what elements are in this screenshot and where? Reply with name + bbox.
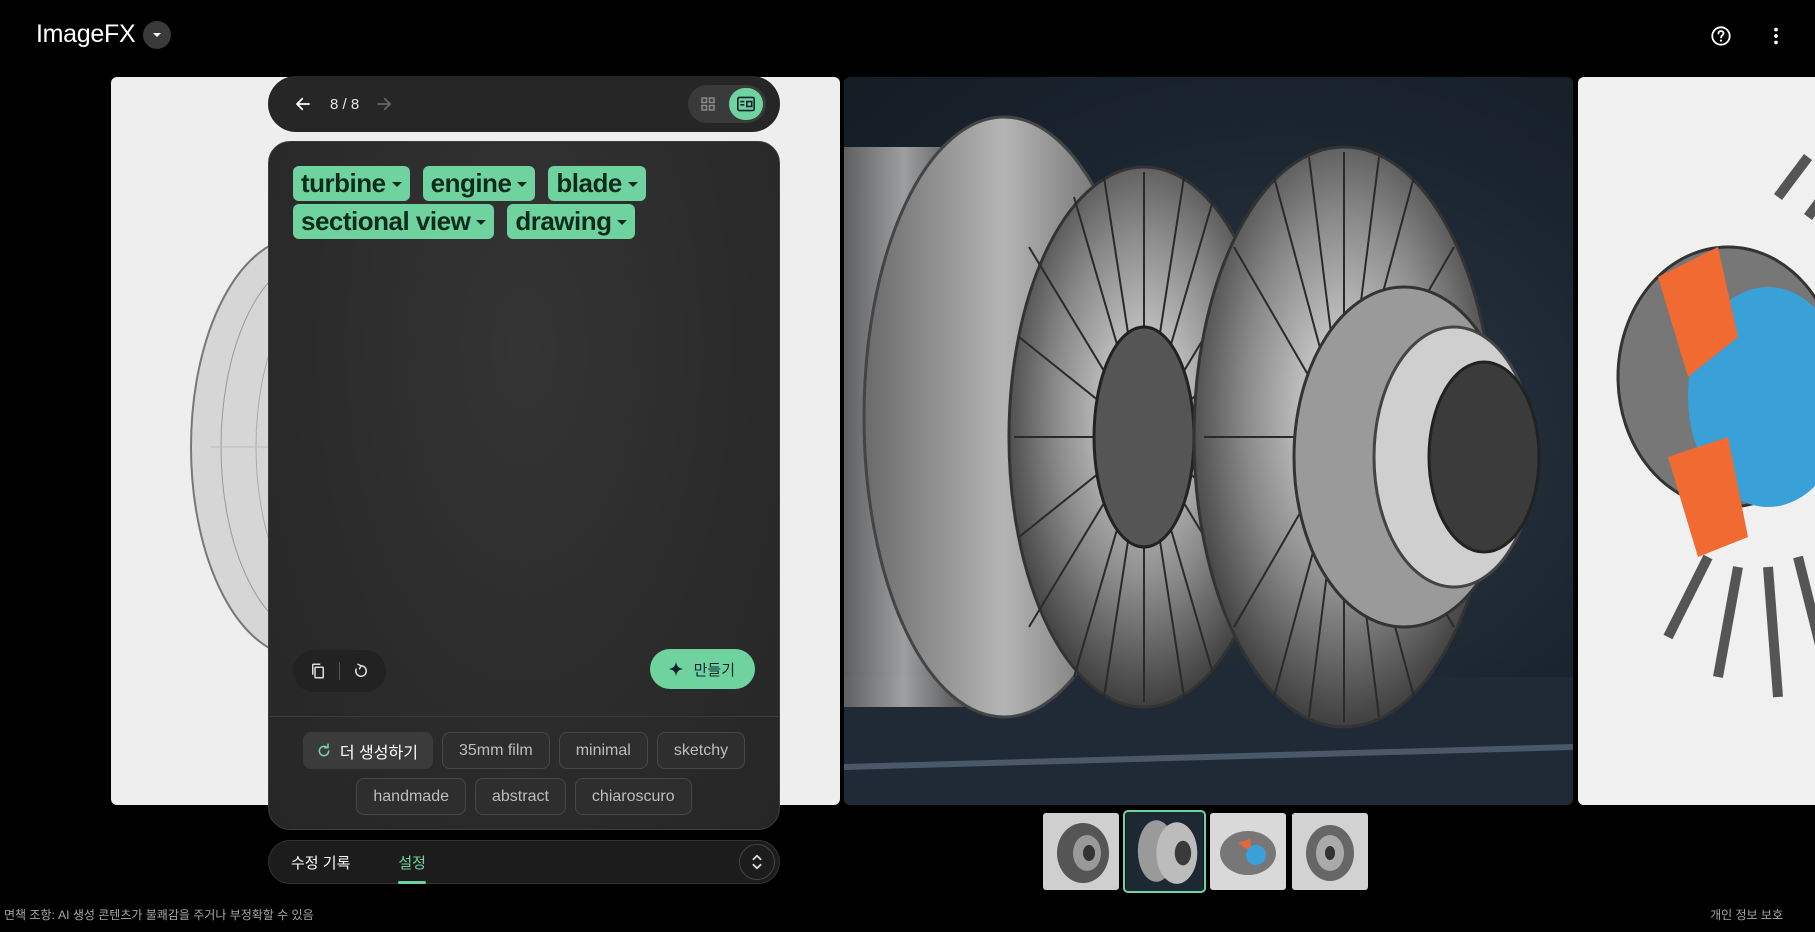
detail-view-icon [737, 96, 755, 112]
grid-view-icon [701, 97, 715, 111]
tab-settings[interactable]: 설정 [398, 840, 426, 884]
generated-image-next[interactable] [1578, 77, 1815, 805]
privacy-link[interactable]: 개인 정보 보호 [1710, 906, 1783, 923]
chevron-down-icon [617, 220, 628, 225]
page-indicator: 8 / 8 [330, 95, 360, 113]
copy-prompt-button[interactable] [301, 654, 335, 688]
arrow-forward-icon [377, 97, 392, 111]
prompt-chip-drawing[interactable]: drawing [507, 204, 636, 239]
prompt-chip-sectional-view[interactable]: sectional view [293, 204, 495, 239]
panel-divider [269, 716, 779, 717]
expand-panel-button[interactable] [739, 844, 775, 880]
suggestion-chip[interactable]: sketchy [656, 732, 746, 769]
help-button[interactable] [1706, 21, 1736, 51]
turbine-engine-image [844, 115, 1573, 805]
prompt-chip-turbine[interactable]: turbine [293, 166, 410, 201]
prompt-tools [293, 650, 386, 692]
arrow-back-icon [296, 97, 310, 111]
chevron-down-icon [517, 182, 528, 187]
more-options-button[interactable] [1761, 21, 1791, 51]
chevron-down-icon [476, 220, 487, 225]
suggestion-chip[interactable]: chiaroscuro [574, 778, 692, 815]
disclaimer-text: 면책 조항: AI 생성 콘텐츠가 불쾌감을 주거나 부정확할 수 있음 [4, 908, 314, 922]
thumbnail-strip [1043, 810, 1368, 893]
tool-divider [339, 662, 340, 680]
thumbnail-2[interactable] [1123, 810, 1206, 893]
copy-icon [312, 663, 324, 679]
suggestion-chip[interactable]: minimal [558, 732, 648, 769]
thumbnail-image [1125, 812, 1204, 891]
help-icon [1711, 26, 1731, 46]
create-button-label: 만들기 [693, 661, 735, 679]
image-navigation-bar: 8 / 8 [268, 76, 780, 132]
chevron-down-icon [153, 32, 162, 37]
more-vert-icon [1774, 27, 1778, 45]
chip-label: blade [556, 168, 622, 198]
generate-more-label: 더 생성하기 [339, 744, 418, 762]
chevron-down-icon [627, 182, 638, 187]
chevron-down-icon [391, 182, 402, 187]
thumbnail-4[interactable] [1292, 813, 1368, 890]
thumbnail-3[interactable] [1210, 813, 1286, 890]
turbine-cutaway-image [1616, 154, 1815, 698]
panel-tabs: 수정 기록 설정 [268, 840, 780, 884]
generated-image-current[interactable] [844, 77, 1573, 805]
thumbnail-1[interactable] [1043, 813, 1119, 890]
prompt-panel: turbine engine blade sectional view draw… [268, 141, 780, 830]
expand-icon [752, 854, 762, 870]
prompt-chip-blade[interactable]: blade [548, 166, 646, 201]
view-mode-toggle [688, 85, 766, 123]
refresh-icon [355, 663, 367, 677]
app-menu-button[interactable] [143, 20, 172, 49]
prompt-chips: turbine engine blade sectional view draw… [293, 166, 755, 239]
next-image-button[interactable] [367, 87, 401, 121]
chip-label: turbine [301, 168, 386, 198]
chip-label: drawing [515, 206, 612, 236]
thumbnail-image [1043, 813, 1119, 890]
previous-image-button[interactable] [286, 87, 320, 121]
thumbnail-image [1292, 813, 1368, 890]
style-suggestions: 더 생성하기 35mm film minimal sketchy handmad… [297, 732, 751, 815]
refresh-icon [318, 743, 330, 756]
app-logo[interactable]: ImageFX [36, 20, 172, 49]
tab-history[interactable]: 수정 기록 [291, 840, 350, 884]
chip-label: engine [430, 168, 512, 198]
sparkle-icon [668, 661, 683, 677]
create-button[interactable]: 만들기 [649, 649, 755, 689]
generate-more-button[interactable]: 더 생성하기 [302, 732, 433, 769]
thumbnail-image [1210, 813, 1286, 890]
reset-prompt-button[interactable] [344, 654, 378, 688]
suggestion-chip[interactable]: 35mm film [441, 732, 550, 769]
suggestion-chip[interactable]: abstract [475, 778, 566, 815]
chip-label: sectional view [301, 206, 471, 236]
grid-view-button[interactable] [691, 88, 725, 120]
prompt-chip-engine[interactable]: engine [422, 166, 536, 201]
suggestion-chip[interactable]: handmade [356, 778, 466, 815]
app-title: ImageFX [36, 20, 136, 48]
detail-view-button[interactable] [729, 88, 763, 120]
